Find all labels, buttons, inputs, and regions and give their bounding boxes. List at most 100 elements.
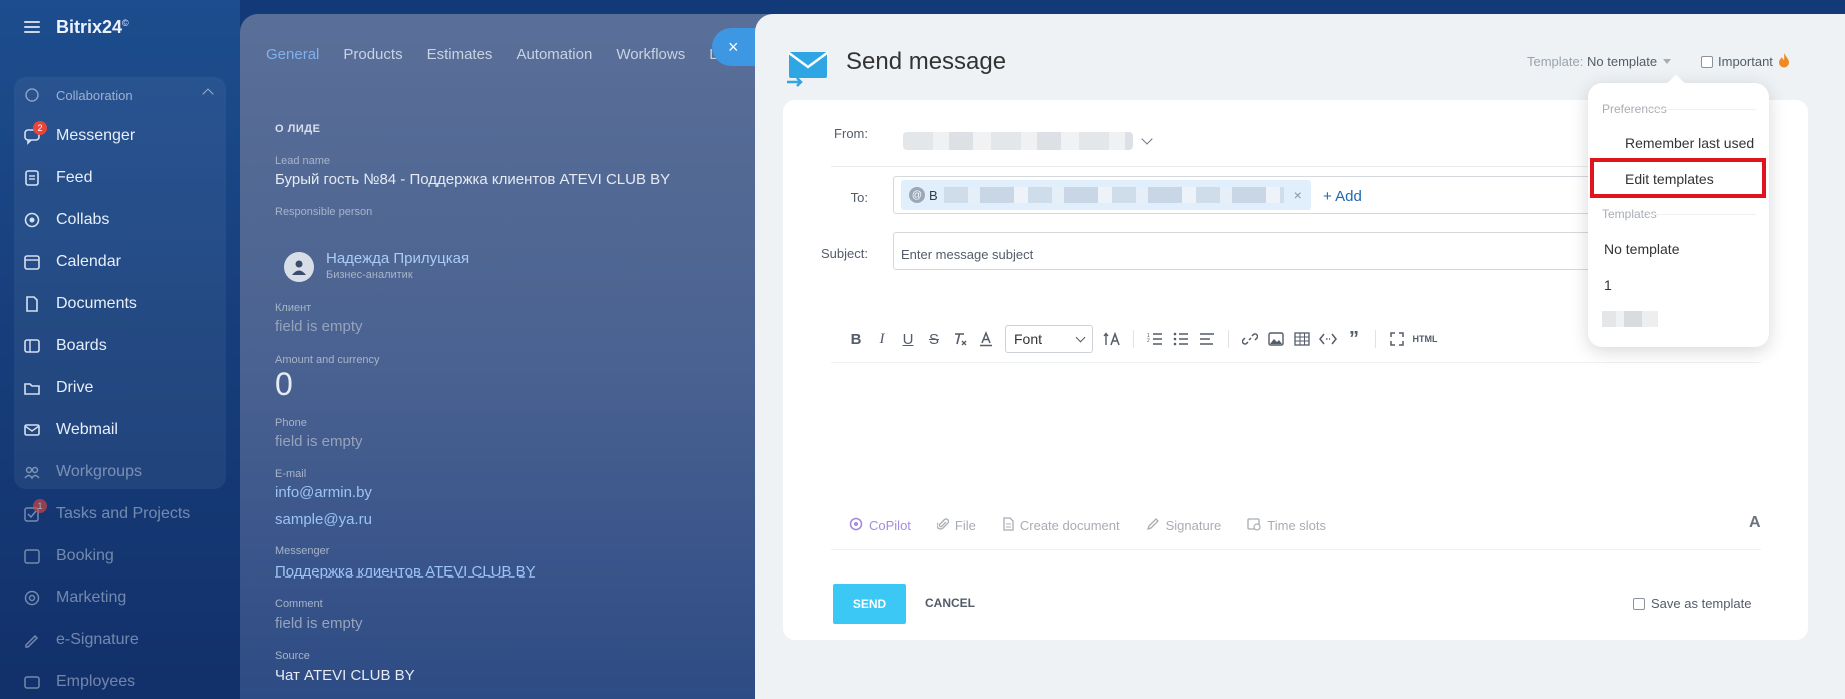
clear-format-button[interactable]	[947, 326, 973, 352]
divider	[831, 362, 1761, 363]
ordered-list-button[interactable]: 12	[1142, 326, 1168, 352]
table-button[interactable]	[1289, 326, 1315, 352]
recipient-chip[interactable]: @ B ×	[901, 180, 1311, 210]
sidebar-item-tasks[interactable]: 1 Tasks and Projects	[22, 494, 190, 534]
fullscreen-button[interactable]	[1384, 326, 1410, 352]
no-template-option[interactable]: No template	[1604, 241, 1679, 257]
important-toggle[interactable]: Important	[1701, 52, 1790, 71]
signature-button[interactable]: Signature	[1146, 517, 1221, 534]
sidebar-item-employees[interactable]: Employees	[22, 662, 135, 699]
link-button[interactable]	[1237, 326, 1263, 352]
email-label: E-mail	[275, 468, 307, 480]
chevron-down-icon[interactable]	[1141, 133, 1153, 145]
file-label: File	[954, 518, 976, 533]
image-button[interactable]	[1263, 326, 1289, 352]
phone-value: field is empty	[275, 433, 363, 450]
menu-icon[interactable]	[24, 21, 40, 33]
tab-general[interactable]: General	[266, 46, 319, 63]
close-slider-button[interactable]: ×	[712, 28, 758, 66]
sidebar-item-label: Drive	[56, 379, 94, 396]
email-link-1[interactable]: info@armin.by	[275, 484, 372, 501]
template-selector[interactable]: No template	[1587, 54, 1672, 69]
copilot-icon	[849, 517, 863, 534]
lead-name-label: Lead name	[275, 155, 331, 167]
sidebar-item-label: Collabs	[56, 211, 110, 228]
add-recipient-link[interactable]: + Add	[1323, 188, 1362, 205]
workgroups-icon	[22, 462, 42, 482]
sidebar-item-collabs[interactable]: Collabs	[22, 200, 109, 240]
save-as-template-label: Save as template	[1651, 596, 1752, 611]
messenger-link[interactable]: Поддержка клиентов ATEVI CLUB BY	[275, 563, 536, 580]
tab-estimates[interactable]: Estimates	[427, 46, 493, 63]
time-slots-button[interactable]: Time slots	[1247, 517, 1326, 534]
sidebar-item-feed[interactable]: Feed	[22, 158, 92, 198]
strikethrough-button[interactable]: S	[921, 326, 947, 352]
file-button[interactable]: File	[936, 517, 976, 534]
sidebar-item-label: Webmail	[56, 421, 118, 438]
email-link-2[interactable]: sample@ya.ru	[275, 511, 372, 528]
cancel-button[interactable]: CANCEL	[925, 596, 975, 610]
html-mode-button[interactable]: HTML	[1410, 326, 1440, 352]
template-value: No template	[1587, 54, 1658, 69]
important-checkbox[interactable]	[1701, 55, 1713, 68]
toolbar-divider	[1133, 330, 1134, 348]
align-button[interactable]	[1194, 326, 1220, 352]
formatting-toggle-button[interactable]: A	[1749, 514, 1761, 532]
quote-button[interactable]: ”	[1341, 326, 1367, 352]
fire-icon	[1778, 52, 1790, 71]
tab-automation[interactable]: Automation	[516, 46, 592, 63]
save-as-template-toggle[interactable]: Save as template	[1633, 596, 1751, 611]
tab-workflows[interactable]: Workflows	[616, 46, 685, 63]
message-body-editor[interactable]	[831, 370, 1761, 510]
calendar-icon	[22, 252, 42, 272]
close-icon: ×	[728, 36, 739, 57]
sidebar-item-label: Documents	[56, 295, 137, 312]
template-option-blurred[interactable]	[1602, 311, 1658, 327]
copilot-button[interactable]: CoPilot	[849, 517, 911, 534]
sidebar-item-boards[interactable]: Boards	[22, 326, 107, 366]
sidebar-item-calendar[interactable]: Calendar	[22, 242, 121, 282]
edit-templates-option[interactable]: Edit templates	[1625, 171, 1714, 187]
remember-last-used-option[interactable]: Remember last used	[1625, 135, 1754, 151]
underline-button[interactable]: U	[895, 326, 921, 352]
sidebar-item-drive[interactable]: Drive	[22, 368, 93, 408]
italic-button[interactable]: I	[869, 326, 895, 352]
sidebar-item-booking[interactable]: Booking	[22, 536, 114, 576]
client-label: Клиент	[275, 302, 312, 314]
sidebar-item-workgroups[interactable]: Workgroups	[22, 452, 142, 492]
comment-value: field is empty	[275, 615, 363, 632]
send-button[interactable]: SEND	[833, 584, 906, 624]
lead-card-panel: General Products Estimates Automation Wo…	[240, 14, 800, 699]
sidebar-item-e-signature[interactable]: e-Signature	[22, 620, 139, 660]
text-color-button[interactable]	[973, 326, 999, 352]
left-sidebar: Bitrix24© Collaboration 2 Messenger Feed…	[0, 0, 240, 699]
create-document-button[interactable]: Create document	[1002, 517, 1120, 534]
collaboration-group-header[interactable]: Collaboration	[22, 75, 222, 115]
font-size-button[interactable]	[1099, 326, 1125, 352]
attachments-bar: CoPilot File Create document Signature T…	[849, 517, 1326, 534]
from-sender-select[interactable]	[903, 132, 1133, 150]
subject-label: Subject:	[821, 246, 868, 261]
tab-products[interactable]: Products	[343, 46, 402, 63]
sidebar-item-documents[interactable]: Documents	[22, 284, 137, 324]
font-select-value: Font	[1014, 331, 1043, 347]
tasks-badge: 1	[33, 499, 47, 513]
bold-button[interactable]: B	[843, 326, 869, 352]
avatar[interactable]	[284, 252, 314, 282]
lead-name-value: Бурый гость №84 - Поддержка клиентов ATE…	[275, 171, 671, 188]
sidebar-item-label: Employees	[56, 673, 136, 690]
amount-label: Amount and currency	[275, 354, 380, 366]
responsible-person-link[interactable]: Надежда Прилуцкая	[326, 250, 469, 267]
bullet-list-button[interactable]	[1168, 326, 1194, 352]
to-label: To:	[850, 190, 868, 205]
sidebar-item-messenger[interactable]: 2 Messenger	[22, 116, 135, 156]
template-option-1[interactable]: 1	[1604, 277, 1612, 293]
font-select[interactable]: Font	[1005, 325, 1093, 353]
logo[interactable]: Bitrix24©	[56, 17, 129, 38]
remove-recipient-icon[interactable]: ×	[1294, 187, 1302, 203]
sidebar-item-marketing[interactable]: Marketing	[22, 578, 126, 618]
logo-row: Bitrix24©	[24, 16, 129, 38]
code-button[interactable]	[1315, 326, 1341, 352]
sidebar-item-webmail[interactable]: Webmail	[22, 410, 118, 450]
save-as-template-checkbox[interactable]	[1633, 597, 1645, 610]
